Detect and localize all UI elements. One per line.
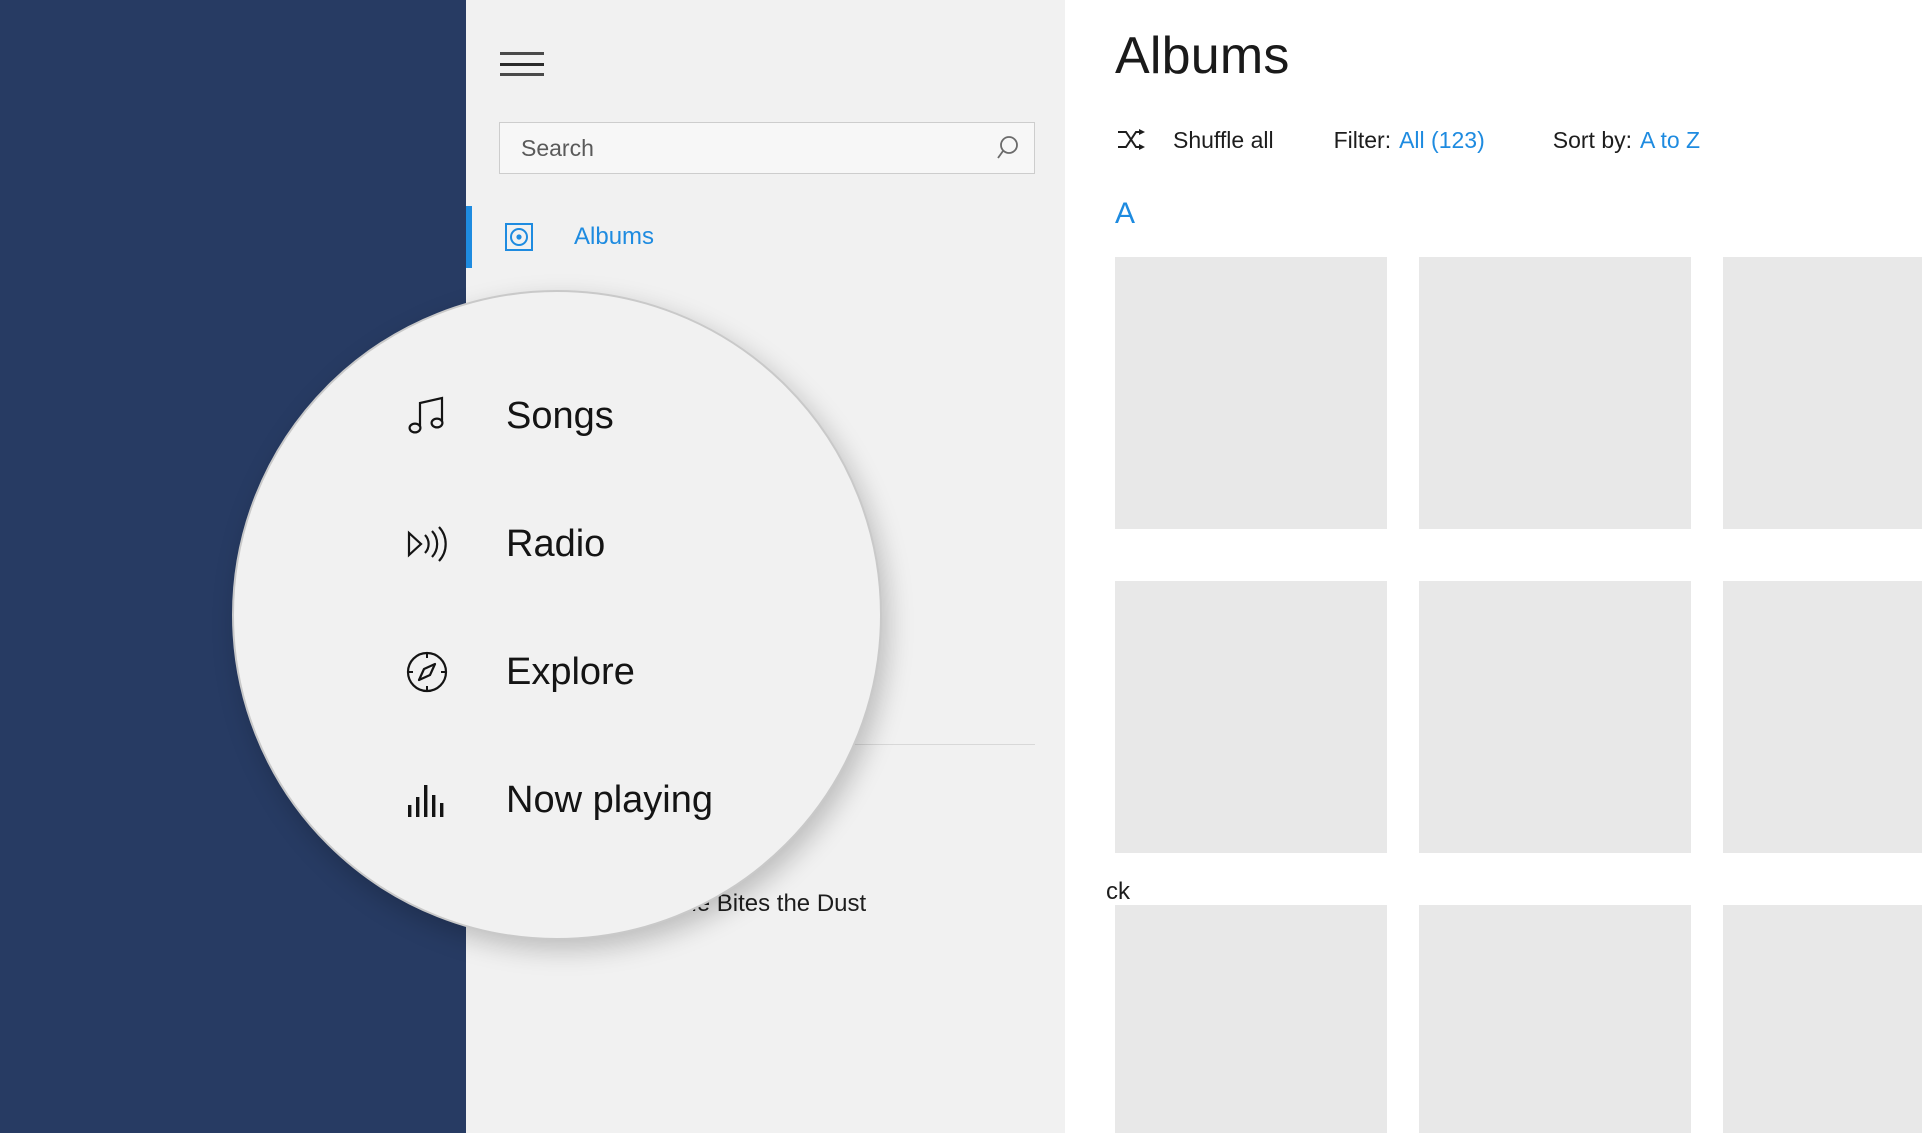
menu-icon[interactable]: [500, 48, 546, 80]
album-tile[interactable]: [1723, 905, 1922, 1133]
shuffle-all-label: Shuffle all: [1173, 126, 1274, 153]
search-input[interactable]: [500, 134, 988, 162]
group-header-letter: A: [1115, 197, 1136, 231]
sidebar-item-now-playing[interactable]: Now playing: [234, 736, 880, 864]
nav-list: Albums: [466, 206, 1065, 268]
music-note-icon: [402, 391, 452, 441]
search-icon[interactable]: [988, 123, 1034, 173]
album-tile[interactable]: [1419, 257, 1691, 530]
occluded-playlist-label: ck: [1106, 878, 1130, 905]
sidebar-item-label: Now playing: [506, 778, 713, 821]
album-tile[interactable]: [1115, 905, 1387, 1133]
sort-value[interactable]: A to Z: [1640, 127, 1700, 154]
music-app-window: Albums ck Workout Mix: [0, 0, 1922, 1133]
shuffle-icon: [1115, 127, 1147, 153]
sidebar-item-label: Albums: [574, 223, 655, 250]
sidebar-item-songs[interactable]: Songs: [234, 352, 880, 480]
filter-label: Filter:: [1333, 126, 1392, 153]
album-grid: [1115, 257, 1922, 1133]
equalizer-bars-icon: [402, 775, 452, 825]
search-box[interactable]: [499, 122, 1035, 174]
album-disc-icon: [502, 220, 536, 254]
album-tile[interactable]: [1419, 905, 1691, 1133]
sidebar-item-explore[interactable]: Explore: [234, 608, 880, 736]
magnified-nav-list: Songs Radio Explore Now playing: [234, 292, 880, 938]
magnifier-callout: Songs Radio Explore Now playing: [232, 290, 882, 940]
sort-control[interactable]: Sort by: A to Z: [1553, 127, 1700, 154]
album-tile[interactable]: [1115, 257, 1387, 530]
menu-icon-line: [500, 73, 544, 76]
album-tile[interactable]: [1115, 581, 1387, 854]
album-tile[interactable]: [1723, 581, 1922, 854]
sidebar-item-label: Explore: [506, 650, 635, 693]
albums-toolbar: Shuffle all Filter: All (123) Sort by: A…: [1115, 123, 1922, 157]
album-tile[interactable]: [1419, 581, 1691, 854]
sidebar-item-albums[interactable]: Albums: [466, 206, 1065, 268]
menu-icon-line: [500, 62, 544, 66]
main-content: Albums Shuffle all Filter: All (123) Sor…: [1065, 0, 1922, 1133]
album-tile[interactable]: [1723, 257, 1922, 530]
sort-label: Sort by:: [1552, 126, 1633, 153]
sidebar-item-radio[interactable]: Radio: [234, 480, 880, 608]
menu-icon-line: [500, 52, 544, 55]
radio-broadcast-icon: [402, 519, 452, 569]
sidebar-item-label: Songs: [506, 394, 614, 437]
page-title: Albums: [1115, 27, 1290, 85]
shuffle-all-button[interactable]: Shuffle all: [1115, 127, 1274, 154]
filter-control[interactable]: Filter: All (123): [1334, 127, 1485, 154]
sidebar-item-label: Radio: [506, 522, 606, 565]
filter-value[interactable]: All (123): [1399, 127, 1485, 154]
compass-icon: [402, 647, 452, 697]
